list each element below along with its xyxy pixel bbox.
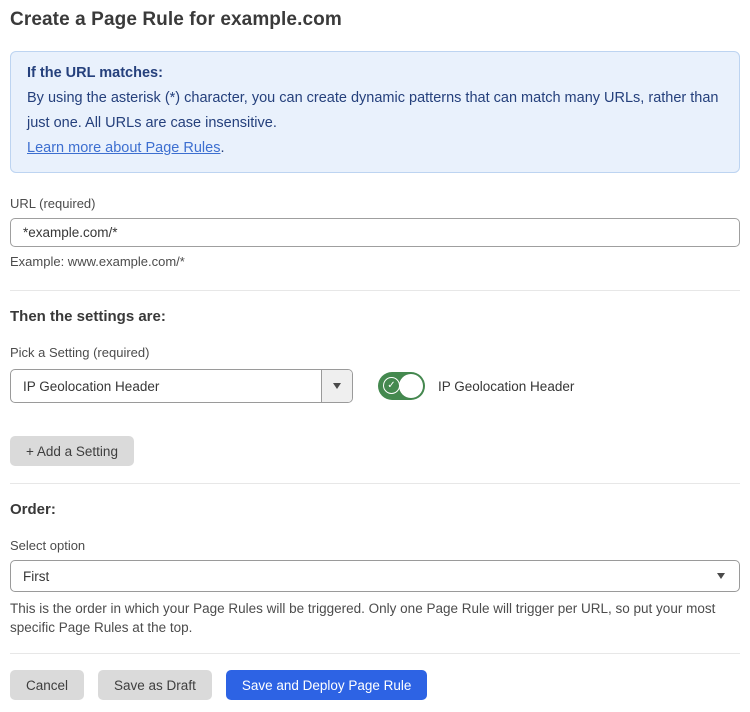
order-select[interactable]: First bbox=[10, 560, 740, 592]
section-divider bbox=[10, 483, 740, 484]
order-helper-text: This is the order in which your Page Rul… bbox=[10, 599, 720, 637]
url-field-label: URL (required) bbox=[10, 196, 740, 211]
toggle-check-icon: ✓ bbox=[383, 377, 400, 394]
chevron-down-icon bbox=[717, 573, 725, 579]
page-title: Create a Page Rule for example.com bbox=[10, 9, 740, 31]
order-select-label: Select option bbox=[10, 538, 740, 553]
order-select-value: First bbox=[23, 569, 49, 584]
setting-select-arrow-button[interactable] bbox=[321, 370, 352, 402]
info-box-link-line: Learn more about Page Rules. bbox=[27, 136, 723, 161]
order-section-heading: Order: bbox=[10, 501, 740, 518]
info-box-heading: If the URL matches: bbox=[27, 61, 723, 86]
toggle-label: IP Geolocation Header bbox=[438, 379, 574, 394]
info-box-body: By using the asterisk (*) character, you… bbox=[27, 86, 723, 136]
save-deploy-button[interactable]: Save and Deploy Page Rule bbox=[226, 670, 428, 700]
save-draft-button[interactable]: Save as Draft bbox=[98, 670, 212, 700]
section-divider bbox=[10, 653, 740, 654]
cancel-button[interactable]: Cancel bbox=[10, 670, 84, 700]
learn-more-link[interactable]: Learn more about Page Rules bbox=[27, 140, 220, 156]
section-divider bbox=[10, 290, 740, 291]
toggle-knob bbox=[399, 374, 423, 398]
link-period: . bbox=[220, 140, 224, 156]
url-matches-info-box: If the URL matches: By using the asteris… bbox=[10, 51, 740, 173]
setting-select-value: IP Geolocation Header bbox=[11, 370, 321, 402]
pick-setting-label: Pick a Setting (required) bbox=[10, 345, 740, 360]
url-input[interactable] bbox=[10, 218, 740, 247]
settings-section-heading: Then the settings are: bbox=[10, 308, 740, 325]
chevron-down-icon bbox=[333, 383, 341, 389]
url-example-helper: Example: www.example.com/* bbox=[10, 254, 740, 269]
ip-geolocation-toggle[interactable]: ✓ bbox=[378, 372, 425, 400]
setting-picker-row: IP Geolocation Header ✓ IP Geolocation H… bbox=[10, 369, 740, 403]
create-page-rule-form: Create a Page Rule for example.com If th… bbox=[0, 0, 750, 712]
add-setting-button[interactable]: + Add a Setting bbox=[10, 436, 134, 466]
form-actions: Cancel Save as Draft Save and Deploy Pag… bbox=[10, 670, 740, 700]
setting-select[interactable]: IP Geolocation Header bbox=[10, 369, 353, 403]
